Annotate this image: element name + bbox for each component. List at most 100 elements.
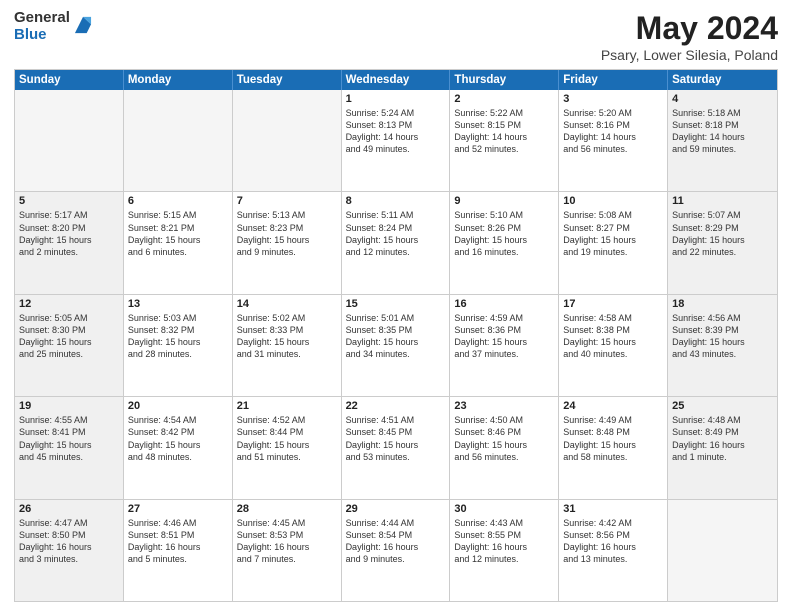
day-number: 16 <box>454 298 554 310</box>
title-location: Psary, Lower Silesia, Poland <box>601 47 778 63</box>
day-number: 3 <box>563 93 663 105</box>
cell-info: Sunrise: 5:05 AM Sunset: 8:30 PM Dayligh… <box>19 312 119 361</box>
calendar-cell <box>233 90 342 191</box>
calendar-cell: 9 Sunrise: 5:10 AM Sunset: 8:26 PM Daylig… <box>450 192 559 293</box>
cell-info: Sunrise: 5:01 AM Sunset: 8:35 PM Dayligh… <box>346 312 446 361</box>
cell-info: Sunrise: 4:44 AM Sunset: 8:54 PM Dayligh… <box>346 517 446 566</box>
calendar-cell: 19 Sunrise: 4:55 AM Sunset: 8:41 PM Dayli… <box>15 397 124 498</box>
calendar-cell: 25 Sunrise: 4:48 AM Sunset: 8:49 PM Dayli… <box>668 397 777 498</box>
calendar-cell: 17Sunrise: 4:58 AM Sunset: 8:38 PM Dayli… <box>559 295 668 396</box>
day-number: 31 <box>563 503 663 515</box>
cell-info: Sunrise: 5:11 AM Sunset: 8:24 PM Dayligh… <box>346 209 446 258</box>
cell-info: Sunrise: 4:42 AM Sunset: 8:56 PM Dayligh… <box>563 517 663 566</box>
cell-info: Sunrise: 4:55 AM Sunset: 8:41 PM Dayligh… <box>19 414 119 463</box>
day-number: 29 <box>346 503 446 515</box>
calendar-cell: 6 Sunrise: 5:15 AM Sunset: 8:21 PM Daylig… <box>124 192 233 293</box>
logo-general: General <box>14 10 70 27</box>
calendar-cell <box>668 500 777 601</box>
day-number: 1 <box>346 93 446 105</box>
day-header-saturday: Saturday <box>668 70 777 90</box>
calendar-body: 1 Sunrise: 5:24 AM Sunset: 8:13 PM Daylig… <box>15 90 777 601</box>
day-number: 2 <box>454 93 554 105</box>
calendar-cell: 2 Sunrise: 5:22 AM Sunset: 8:15 PM Daylig… <box>450 90 559 191</box>
calendar-cell: 20 Sunrise: 4:54 AM Sunset: 8:42 PM Dayli… <box>124 397 233 498</box>
calendar-cell: 22 Sunrise: 4:51 AM Sunset: 8:45 PM Dayli… <box>342 397 451 498</box>
day-number: 19 <box>19 400 119 412</box>
logo-blue: Blue <box>14 27 70 44</box>
cell-info: Sunrise: 4:46 AM Sunset: 8:51 PM Dayligh… <box>128 517 228 566</box>
cell-info: Sunrise: 4:54 AM Sunset: 8:42 PM Dayligh… <box>128 414 228 463</box>
day-number: 20 <box>128 400 228 412</box>
cell-info: Sunrise: 5:17 AM Sunset: 8:20 PM Dayligh… <box>19 209 119 258</box>
calendar-cell: 16 Sunrise: 4:59 AM Sunset: 8:36 PM Dayli… <box>450 295 559 396</box>
day-header-tuesday: Tuesday <box>233 70 342 90</box>
cell-info: Sunrise: 4:56 AM Sunset: 8:39 PM Dayligh… <box>672 312 773 361</box>
day-number: 30 <box>454 503 554 515</box>
day-number: 21 <box>237 400 337 412</box>
day-number: 8 <box>346 195 446 207</box>
cell-info: Sunrise: 5:10 AM Sunset: 8:26 PM Dayligh… <box>454 209 554 258</box>
logo-icon <box>72 14 94 36</box>
calendar-cell: 1 Sunrise: 5:24 AM Sunset: 8:13 PM Daylig… <box>342 90 451 191</box>
day-number: 28 <box>237 503 337 515</box>
cell-info: Sunrise: 5:02 AM Sunset: 8:33 PM Dayligh… <box>237 312 337 361</box>
calendar-cell: 26 Sunrise: 4:47 AM Sunset: 8:50 PM Dayli… <box>15 500 124 601</box>
cell-info: Sunrise: 4:48 AM Sunset: 8:49 PM Dayligh… <box>672 414 773 463</box>
day-number: 4 <box>672 93 773 105</box>
day-number: 11 <box>672 195 773 207</box>
cell-info: Sunrise: 5:07 AM Sunset: 8:29 PM Dayligh… <box>672 209 773 258</box>
cell-info: Sunrise: 5:22 AM Sunset: 8:15 PM Dayligh… <box>454 107 554 156</box>
day-header-thursday: Thursday <box>450 70 559 90</box>
cell-info: Sunrise: 5:03 AM Sunset: 8:32 PM Dayligh… <box>128 312 228 361</box>
calendar-cell: 4 Sunrise: 5:18 AM Sunset: 8:18 PM Daylig… <box>668 90 777 191</box>
day-number: 7 <box>237 195 337 207</box>
cell-info: Sunrise: 4:43 AM Sunset: 8:55 PM Dayligh… <box>454 517 554 566</box>
cell-info: Sunrise: 5:18 AM Sunset: 8:18 PM Dayligh… <box>672 107 773 156</box>
calendar-cell: 14 Sunrise: 5:02 AM Sunset: 8:33 PM Dayli… <box>233 295 342 396</box>
day-number: 9 <box>454 195 554 207</box>
day-number: 10 <box>563 195 663 207</box>
calendar-cell: 10 Sunrise: 5:08 AM Sunset: 8:27 PM Dayli… <box>559 192 668 293</box>
cell-info: Sunrise: 4:45 AM Sunset: 8:53 PM Dayligh… <box>237 517 337 566</box>
day-number: 22 <box>346 400 446 412</box>
cell-info: Sunrise: 5:13 AM Sunset: 8:23 PM Dayligh… <box>237 209 337 258</box>
title-block: May 2024 Psary, Lower Silesia, Poland <box>601 10 778 63</box>
calendar-cell <box>124 90 233 191</box>
cell-info: Sunrise: 4:51 AM Sunset: 8:45 PM Dayligh… <box>346 414 446 463</box>
day-number: 26 <box>19 503 119 515</box>
day-number: 25 <box>672 400 773 412</box>
calendar-cell: 11 Sunrise: 5:07 AM Sunset: 8:29 PM Dayli… <box>668 192 777 293</box>
calendar-cell: 3 Sunrise: 5:20 AM Sunset: 8:16 PM Daylig… <box>559 90 668 191</box>
day-number: 5 <box>19 195 119 207</box>
day-number: 6 <box>128 195 228 207</box>
cell-info: Sunrise: 5:24 AM Sunset: 8:13 PM Dayligh… <box>346 107 446 156</box>
cell-info: Sunrise: 4:52 AM Sunset: 8:44 PM Dayligh… <box>237 414 337 463</box>
day-number: 18 <box>672 298 773 310</box>
cell-info: Sunrise: 5:15 AM Sunset: 8:21 PM Dayligh… <box>128 209 228 258</box>
calendar-cell: 5 Sunrise: 5:17 AM Sunset: 8:20 PM Daylig… <box>15 192 124 293</box>
title-month: May 2024 <box>601 10 778 47</box>
day-number: 14 <box>237 298 337 310</box>
calendar-cell: 29 Sunrise: 4:44 AM Sunset: 8:54 PM Dayli… <box>342 500 451 601</box>
calendar-cell: 8 Sunrise: 5:11 AM Sunset: 8:24 PM Daylig… <box>342 192 451 293</box>
cell-info: Sunrise: 4:47 AM Sunset: 8:50 PM Dayligh… <box>19 517 119 566</box>
calendar-cell: 28 Sunrise: 4:45 AM Sunset: 8:53 PM Dayli… <box>233 500 342 601</box>
calendar-week-3: 12Sunrise: 5:05 AM Sunset: 8:30 PM Dayli… <box>15 294 777 396</box>
cell-info: Sunrise: 4:59 AM Sunset: 8:36 PM Dayligh… <box>454 312 554 361</box>
page: General Blue May 2024 Psary, Lower Siles… <box>0 0 792 612</box>
calendar-cell: 13Sunrise: 5:03 AM Sunset: 8:32 PM Dayli… <box>124 295 233 396</box>
day-number: 15 <box>346 298 446 310</box>
calendar-cell: 15 Sunrise: 5:01 AM Sunset: 8:35 PM Dayli… <box>342 295 451 396</box>
calendar-cell <box>15 90 124 191</box>
calendar-cell: 24Sunrise: 4:49 AM Sunset: 8:48 PM Dayli… <box>559 397 668 498</box>
calendar-cell: 12Sunrise: 5:05 AM Sunset: 8:30 PM Dayli… <box>15 295 124 396</box>
day-header-wednesday: Wednesday <box>342 70 451 90</box>
calendar-cell: 31 Sunrise: 4:42 AM Sunset: 8:56 PM Dayli… <box>559 500 668 601</box>
cell-info: Sunrise: 4:49 AM Sunset: 8:48 PM Dayligh… <box>563 414 663 463</box>
day-header-monday: Monday <box>124 70 233 90</box>
cell-info: Sunrise: 4:58 AM Sunset: 8:38 PM Dayligh… <box>563 312 663 361</box>
logo-text: General Blue <box>14 10 70 43</box>
cell-info: Sunrise: 5:20 AM Sunset: 8:16 PM Dayligh… <box>563 107 663 156</box>
cell-info: Sunrise: 5:08 AM Sunset: 8:27 PM Dayligh… <box>563 209 663 258</box>
calendar-cell: 7 Sunrise: 5:13 AM Sunset: 8:23 PM Daylig… <box>233 192 342 293</box>
